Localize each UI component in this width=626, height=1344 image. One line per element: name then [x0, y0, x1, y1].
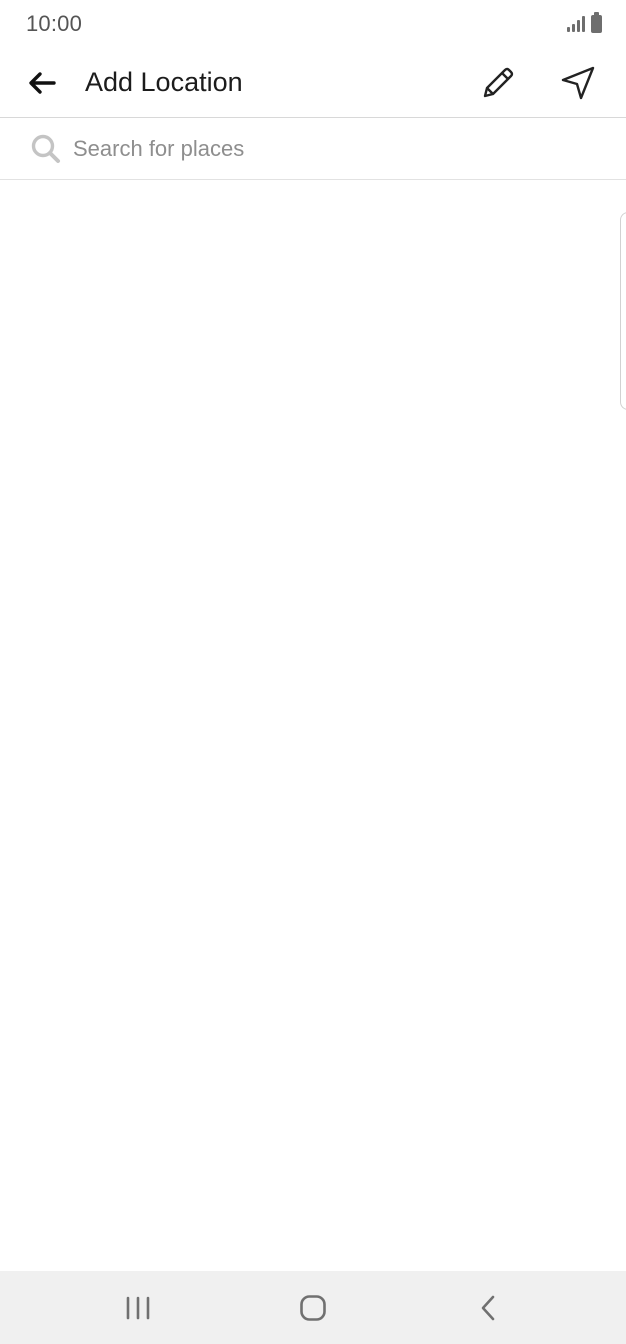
status-bar: 10:00	[0, 0, 626, 48]
back-button[interactable]	[12, 53, 72, 113]
add-location-screen: 10:00 Add Location	[0, 0, 626, 1344]
chevron-left-icon	[482, 1295, 495, 1320]
search-icon	[29, 132, 63, 166]
status-time: 10:00	[26, 11, 83, 36]
home-button[interactable]	[268, 1278, 358, 1338]
home-icon	[300, 1294, 326, 1321]
edit-button[interactable]	[468, 53, 528, 113]
current-location-button[interactable]	[548, 53, 608, 113]
back-nav-button[interactable]	[443, 1278, 533, 1338]
status-icons	[567, 12, 602, 33]
signal-icon	[567, 16, 585, 32]
navigation-arrow-icon	[561, 66, 595, 99]
recent-apps-button[interactable]	[93, 1278, 183, 1338]
battery-icon	[591, 12, 602, 33]
side-panel-handle[interactable]	[620, 212, 626, 410]
app-bar-actions	[448, 53, 608, 113]
pencil-icon	[483, 67, 514, 97]
page-title: Add Location	[85, 67, 243, 97]
app-bar: Add Location	[0, 48, 626, 118]
system-nav-bar	[0, 1271, 626, 1344]
search-input[interactable]	[73, 126, 626, 171]
recent-apps-icon	[126, 1296, 149, 1319]
arrow-left-icon	[29, 71, 56, 94]
search-row	[0, 118, 626, 180]
